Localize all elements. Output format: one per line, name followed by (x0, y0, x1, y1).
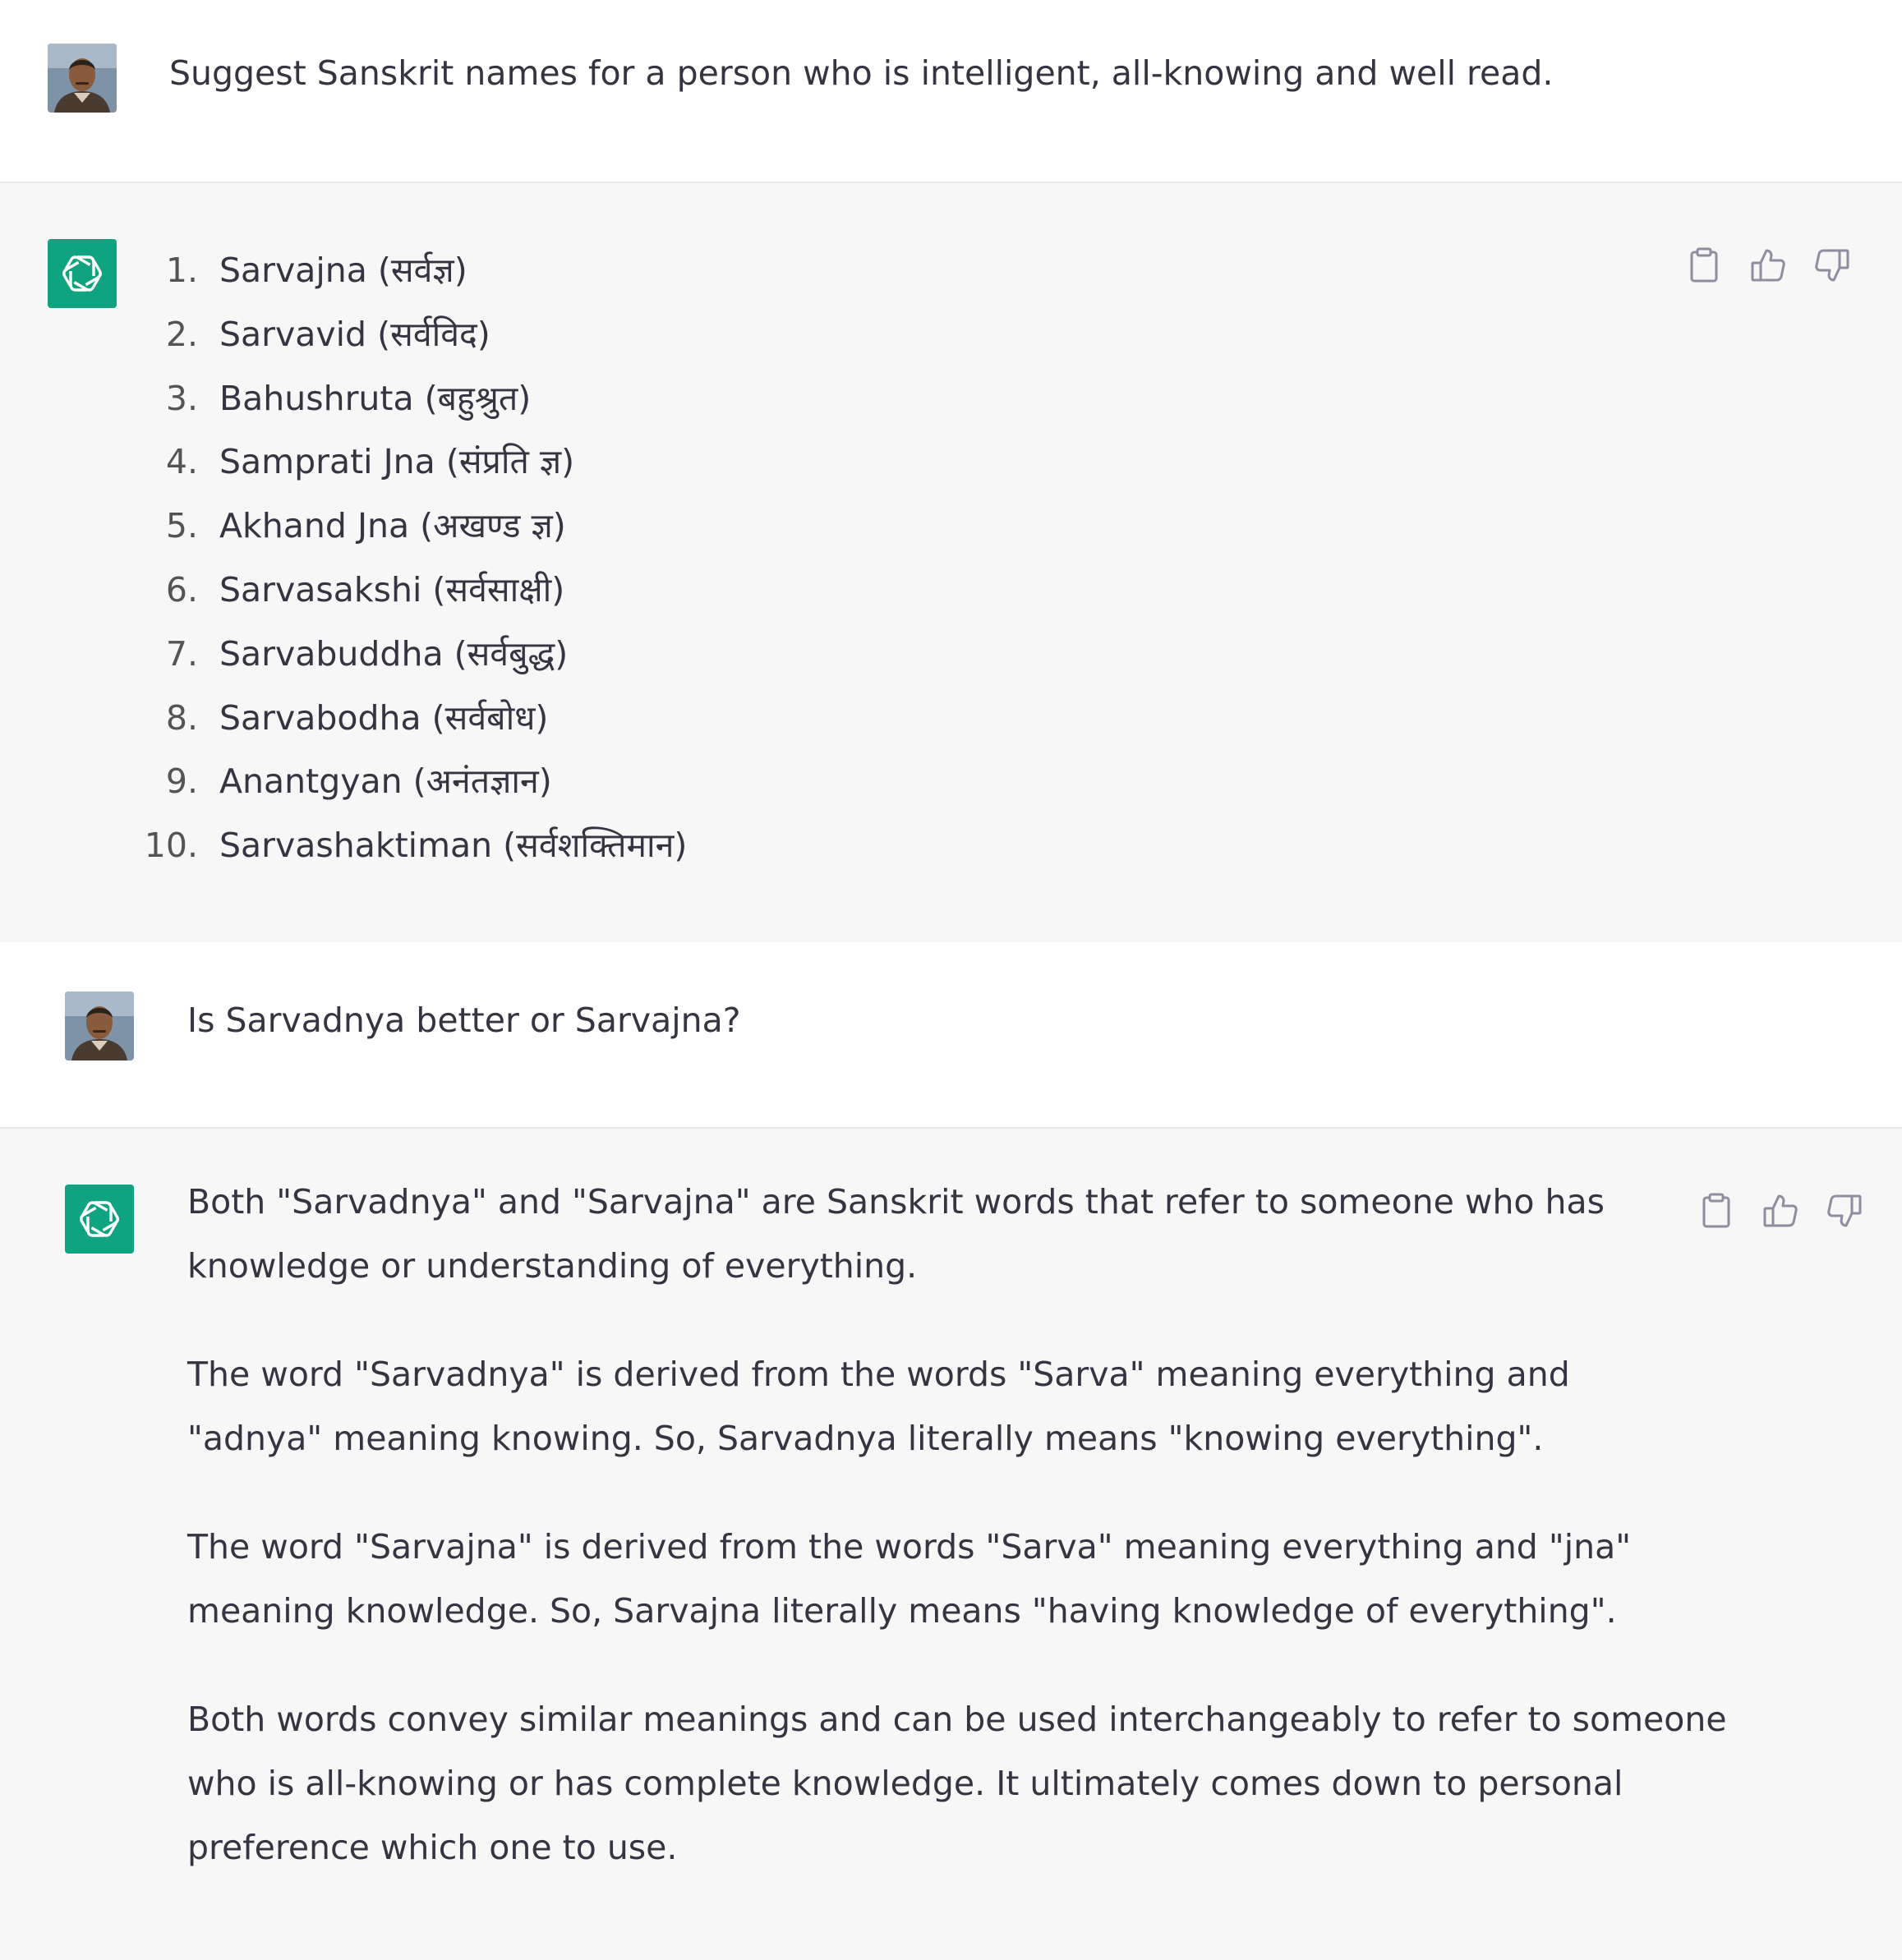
list-item: 5. Akhand Jna (अखण्ड ज्ञ) (166, 495, 687, 559)
list-item: 7. Sarvabuddha (सर्वबुद्ध) (166, 623, 687, 687)
name-suggestion-list: 1. Sarvajna (सर्वज्ञ) 2. Sarvavid (सर्वविद… (145, 239, 688, 878)
list-item: 6. Sarvasakshi (सर्वसाक्षी) (166, 559, 687, 623)
user-message-text: Suggest Sanskrit names for a person who … (169, 53, 1554, 93)
clipboard-icon (1702, 1193, 1730, 1228)
like-button[interactable] (1748, 246, 1788, 285)
thumbs-down-icon (1815, 249, 1849, 282)
dislike-button[interactable] (1825, 1191, 1864, 1231)
list-number: 10. (144, 826, 198, 866)
assistant-message-2: Both "Sarvadnya" and "Sarvajna" are Sans… (0, 1127, 1902, 1960)
like-button[interactable] (1761, 1191, 1800, 1231)
assistant-message-1: 1. Sarvajna (सर्वज्ञ) 2. Sarvavid (सर्वविद… (0, 182, 1902, 942)
list-item: 8. Sarvabodha (सर्वबोध) (166, 687, 687, 751)
user-message-2: Is Sarvadnya better or Sarvajna? (0, 942, 1902, 1127)
message-actions (1684, 246, 1852, 285)
copy-button[interactable] (1697, 1191, 1736, 1231)
list-number: 1. (165, 251, 198, 290)
assistant-avatar (65, 1185, 134, 1254)
list-number: 3. (165, 378, 198, 418)
user-message-text: Is Sarvadnya better or Sarvajna? (187, 1001, 741, 1040)
openai-logo-icon (80, 1201, 119, 1237)
list-item: 3. Bahushruta (बहुश्रुत) (166, 367, 687, 431)
list-number: 8. (165, 697, 198, 738)
list-number: 2. (165, 314, 198, 354)
user-avatar (65, 992, 134, 1061)
copy-button[interactable] (1684, 246, 1724, 285)
list-item: 4. Samprati Jna (संप्रति ज्ञ) (166, 430, 687, 495)
dislike-button[interactable] (1812, 246, 1852, 285)
assistant-avatar (48, 239, 117, 308)
list-item: 2. Sarvavid (सर्वविद) (166, 303, 687, 367)
thumbs-up-icon (1763, 1194, 1798, 1227)
user-avatar (48, 44, 117, 113)
clipboard-icon (1690, 247, 1718, 283)
list-item-text: Sarvabodha (सर्वबोध) (219, 697, 549, 738)
list-number: 9. (165, 761, 198, 802)
list-item: 10. Sarvashaktiman (सर्वशक्तिमान) (145, 814, 688, 878)
list-item-text: Anantgyan (अनंतज्ञान) (219, 761, 552, 802)
response-paragraph: Both "Sarvadnya" and "Sarvajna" are Sans… (187, 1182, 1605, 1286)
openai-logo-icon (62, 255, 102, 292)
response-paragraph: Both words convey similar meanings and c… (187, 1700, 1727, 1867)
list-item-text: Sarvabuddha (सर्वबुद्ध) (219, 633, 569, 674)
list-number: 5. (165, 506, 198, 546)
list-item-text: Sarvashaktiman (सर्वशक्तिमान) (219, 826, 688, 866)
list-item-text: Sarvasakshi (सर्वसाक्षी) (219, 569, 565, 610)
thumbs-up-icon (1751, 249, 1785, 282)
list-number: 6. (165, 569, 198, 610)
list-item-text: Sarvajna (सर्वज्ञ) (219, 251, 467, 290)
list-item: 1. Sarvajna (सर्वज्ञ) (166, 239, 687, 303)
list-item-text: Bahushruta (बहुश्रुत) (219, 378, 532, 418)
response-paragraph: The word "Sarvadnya" is derived from the… (187, 1355, 1570, 1458)
list-item-text: Samprati Jna (संप्रति ज्ञ) (219, 442, 575, 482)
thumbs-down-icon (1827, 1194, 1862, 1227)
list-item-text: Sarvavid (सर्वविद) (219, 314, 490, 354)
user-message-1: Suggest Sanskrit names for a person who … (0, 0, 1902, 182)
response-paragraph: The word "Sarvajna" is derived from the … (187, 1527, 1632, 1631)
list-item-text: Akhand Jna (अखण्ड ज्ञ) (219, 506, 566, 546)
list-item: 9. Anantgyan (अनंतज्ञान) (166, 750, 687, 814)
message-actions (1697, 1191, 1864, 1231)
list-number: 7. (165, 633, 198, 674)
list-number: 4. (165, 442, 198, 482)
